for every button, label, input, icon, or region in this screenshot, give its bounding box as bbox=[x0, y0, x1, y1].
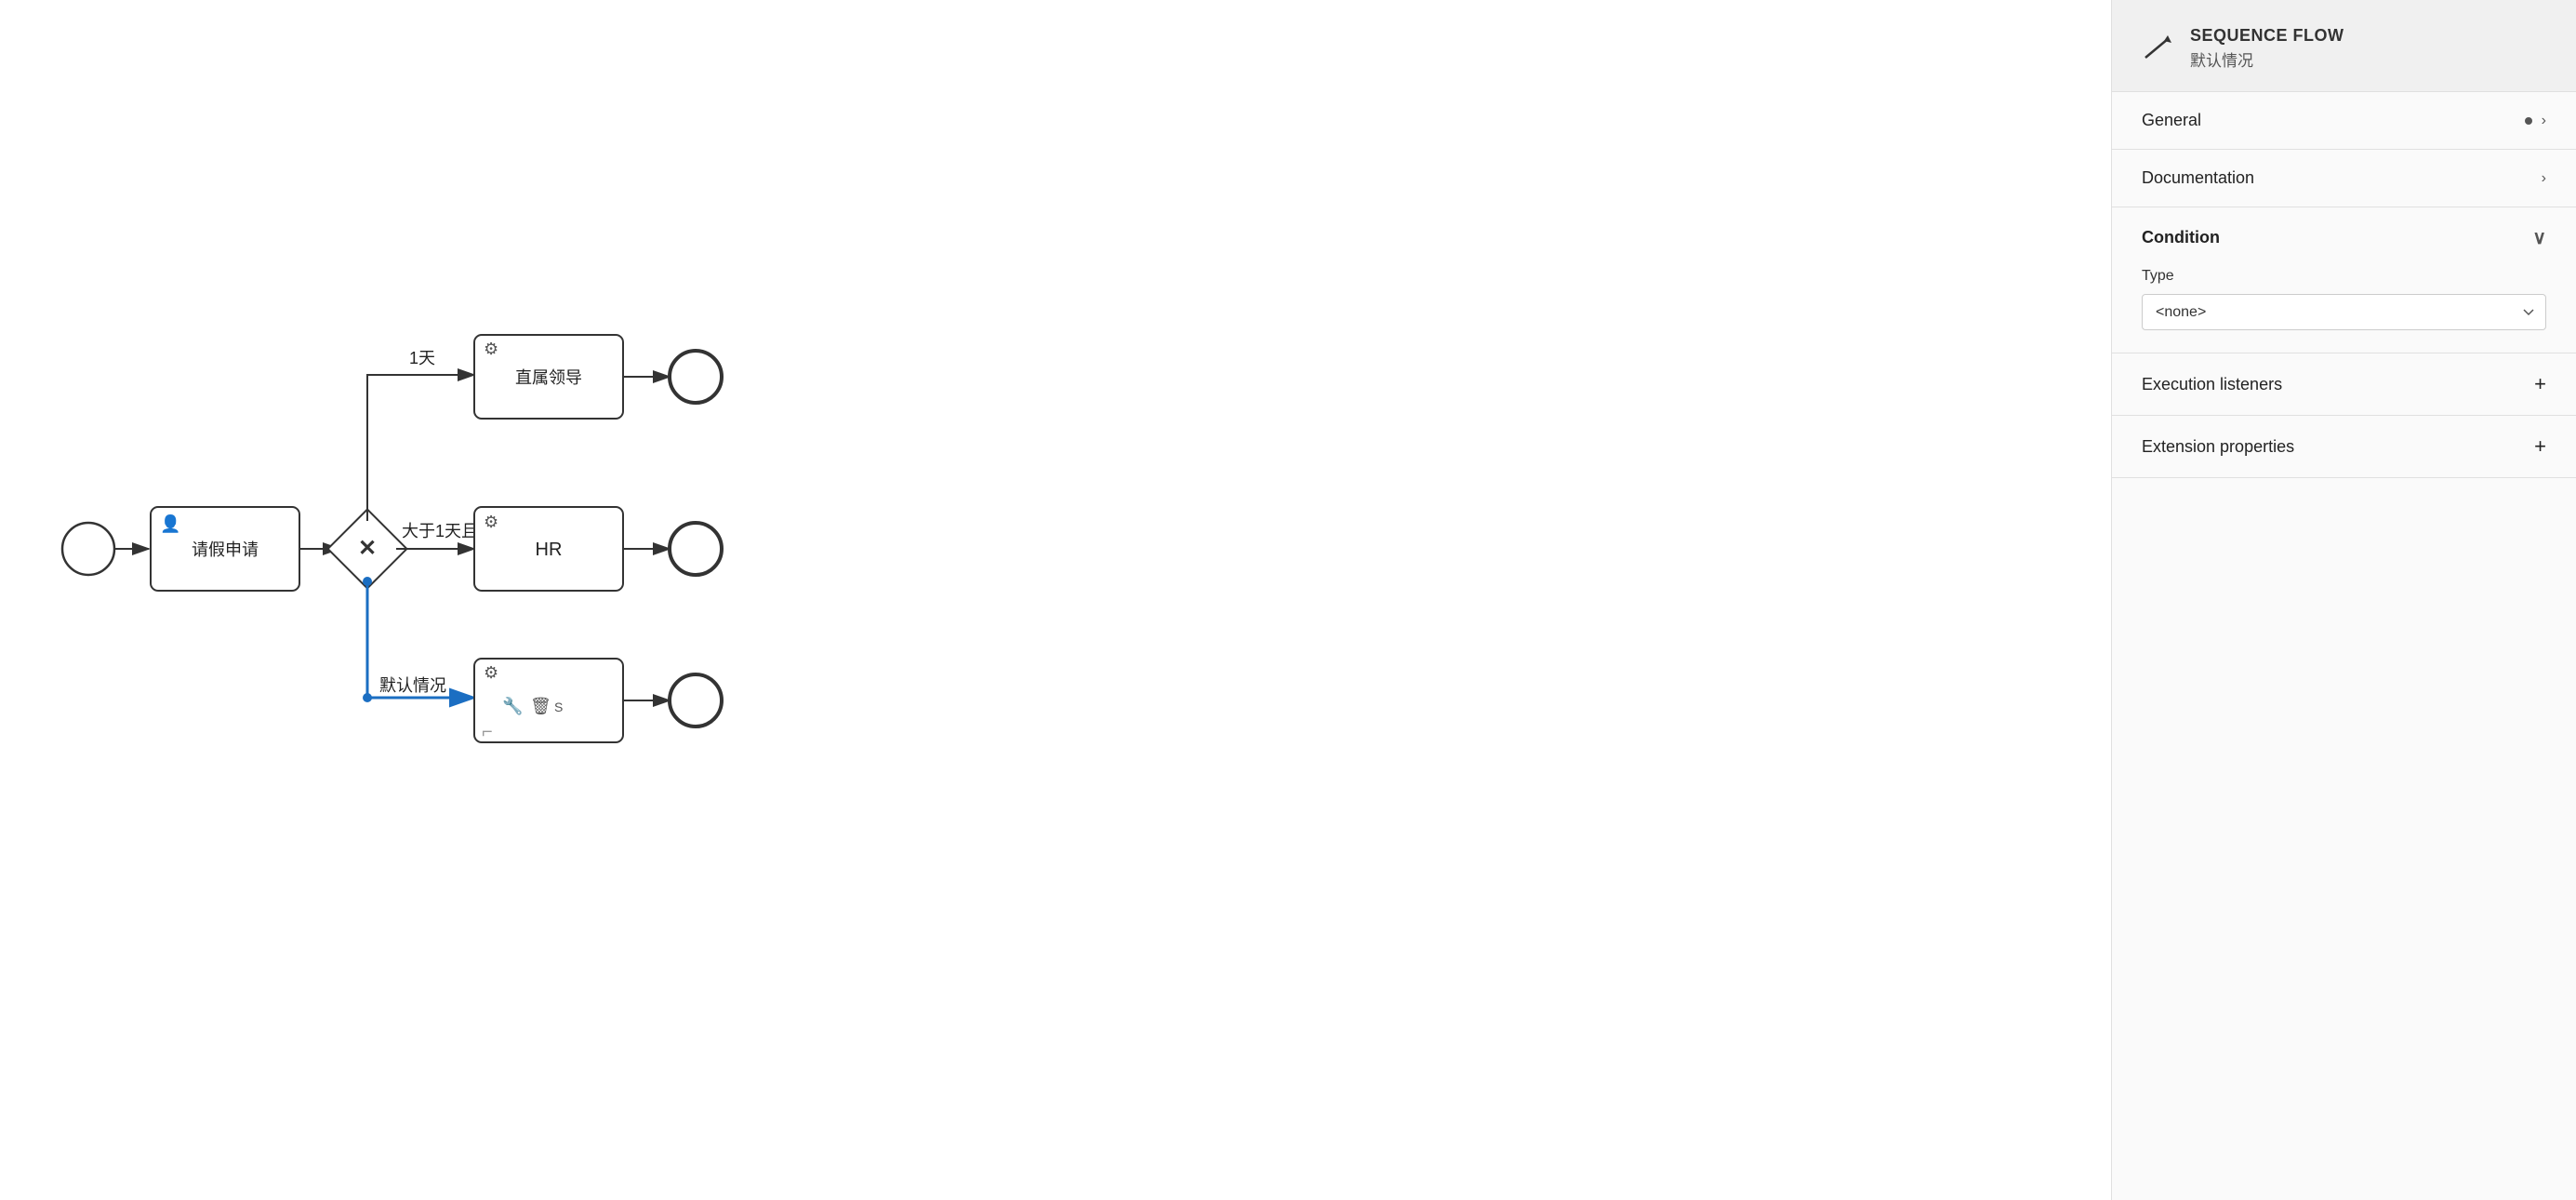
section-general: General › bbox=[2112, 92, 2576, 150]
settings-icon-2: ⚙ bbox=[484, 513, 498, 531]
flow-dot-start bbox=[363, 577, 372, 586]
section-documentation-title: Documentation bbox=[2142, 168, 2254, 188]
section-condition-title: Condition bbox=[2142, 228, 2220, 247]
section-general-title: General bbox=[2142, 111, 2201, 130]
user-icon: 👤 bbox=[160, 513, 180, 533]
section-general-chevron: › bbox=[2542, 113, 2546, 129]
extension-properties-row: Extension properties + bbox=[2112, 416, 2576, 478]
properties-panel: SEQUENCE FLOW 默认情况 General › Documentati… bbox=[2111, 0, 2576, 1200]
section-documentation-header[interactable]: Documentation › bbox=[2112, 150, 2576, 207]
gateway-x-symbol: ✕ bbox=[358, 536, 377, 561]
sequence-flow-icon bbox=[2142, 32, 2175, 65]
end-event-1[interactable] bbox=[670, 351, 722, 403]
extension-properties-plus[interactable]: + bbox=[2534, 434, 2546, 459]
task-leave-request-label: 请假申请 bbox=[192, 540, 259, 559]
section-general-header[interactable]: General › bbox=[2112, 92, 2576, 149]
section-condition-chevron: ∨ bbox=[2532, 226, 2546, 249]
section-documentation: Documentation › bbox=[2112, 150, 2576, 207]
execution-listeners-plus[interactable]: + bbox=[2534, 372, 2546, 396]
execution-listeners-label: Execution listeners bbox=[2142, 375, 2282, 394]
task-hr-label: HR bbox=[536, 540, 563, 560]
start-event[interactable] bbox=[62, 523, 114, 575]
panel-header-type: SEQUENCE FLOW bbox=[2190, 26, 2344, 46]
trash-icon[interactable]: 🗑 bbox=[530, 697, 551, 715]
task-direct-leader-label: 直属领导 bbox=[515, 368, 582, 387]
section-documentation-chevron: › bbox=[2542, 170, 2546, 187]
flow-label-default: 默认情况 bbox=[379, 676, 446, 695]
end-event-3[interactable] bbox=[670, 674, 722, 727]
panel-header-name: 默认情况 bbox=[2190, 47, 2344, 71]
section-condition-content: Type <none> Expression Script bbox=[2112, 268, 2576, 353]
execution-listeners-row: Execution listeners + bbox=[2112, 353, 2576, 416]
action-s-label: S bbox=[554, 700, 563, 714]
panel-header: SEQUENCE FLOW 默认情况 bbox=[2112, 0, 2576, 92]
condition-type-select[interactable]: <none> Expression Script bbox=[2142, 294, 2546, 330]
flow-dot-corner bbox=[363, 693, 372, 702]
corner-indicator: ⌐ bbox=[482, 722, 493, 742]
section-condition-header[interactable]: Condition ∨ bbox=[2112, 207, 2576, 268]
settings-icon-3: ⚙ bbox=[484, 663, 498, 682]
section-condition: Condition ∨ Type <none> Expression Scrip… bbox=[2112, 207, 2576, 353]
panel-header-text: SEQUENCE FLOW 默认情况 bbox=[2190, 26, 2344, 71]
settings-icon-1: ⚙ bbox=[484, 340, 498, 358]
wrench-icon[interactable]: 🔧 bbox=[502, 696, 523, 715]
flow-gateway-to-leader[interactable] bbox=[367, 375, 474, 521]
section-general-dot bbox=[2525, 117, 2532, 125]
flow-label-1day: 1天 bbox=[409, 349, 435, 367]
type-label: Type bbox=[2142, 268, 2546, 285]
end-event-2[interactable] bbox=[670, 523, 722, 575]
extension-properties-label: Extension properties bbox=[2142, 437, 2294, 457]
bpmn-canvas[interactable]: 👤 请假申请 ✕ 1天 ⚙ 直属领导 大于1天且小于3天 ⚙ HR bbox=[0, 0, 2111, 1200]
